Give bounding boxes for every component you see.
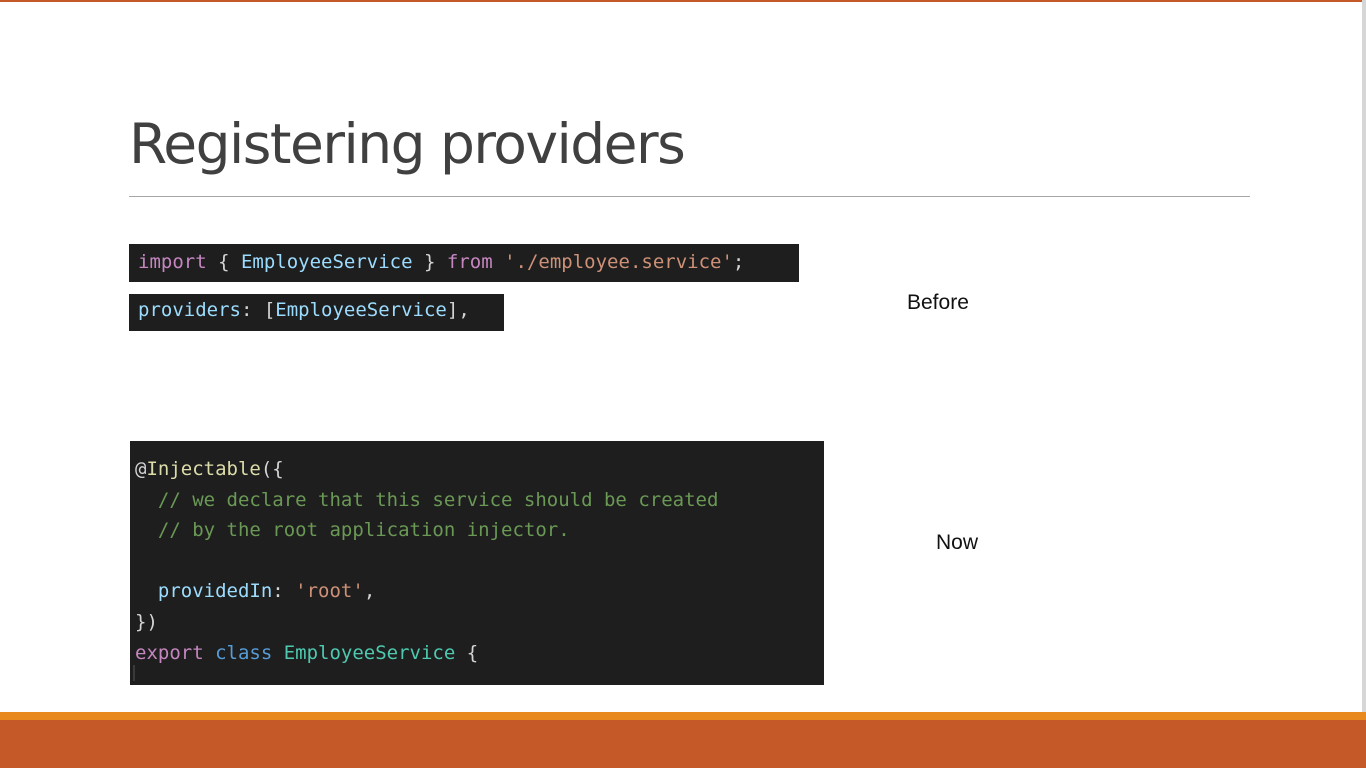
right-window-edge [1362,0,1366,712]
code-decorator: Injectable [146,458,261,480]
top-accent-line [0,0,1366,2]
code-symbol: EmployeeService [275,299,447,321]
code-line-5: providedIn: 'root', [135,576,824,607]
code-class-name: EmployeeService [283,641,456,664]
code-punct: } [412,251,447,273]
code-block-providers: providers: [EmployeeService], [129,294,504,331]
code-string: 'root' [295,580,364,603]
keyword-class: class [203,641,284,664]
code-string: './employee.service' [504,251,733,273]
code-punct: { [455,641,479,664]
code-block-import: import { EmployeeService } from './emplo… [129,244,799,282]
label-before: Before [907,291,969,314]
code-punct: : [ [240,299,276,321]
code-punct: { [206,251,241,273]
code-punct: ], [446,299,470,321]
code-line-7: export class EmployeeService { [135,638,824,669]
code-block-injectable: @Injectable({ // we declare that this se… [130,441,824,685]
slide-title: Registering providers [129,112,686,176]
code-line-1: @Injectable({ [135,454,824,485]
code-punct: ({ [260,458,284,480]
code-key: providers [138,299,241,321]
footer-bar [0,720,1366,768]
code-punct: ; [732,251,745,273]
label-now: Now [936,531,979,554]
code-key: providedIn [157,580,273,603]
code-punct: , [363,580,376,603]
text-cursor [133,665,135,681]
code-comment-line-2: // we declare that this service should b… [135,488,719,511]
code-punct: : [272,580,296,603]
title-divider [129,196,1250,197]
code-line-6: }) [135,610,158,633]
code-comment-line-3: // by the root application injector. [135,519,570,542]
keyword-from: from [446,251,493,273]
code-at: @ [135,458,147,480]
footer-accent-stripe [0,712,1366,720]
keyword-export: export [135,641,204,664]
keyword-import: import [138,251,207,273]
code-symbol: EmployeeService [240,251,413,273]
